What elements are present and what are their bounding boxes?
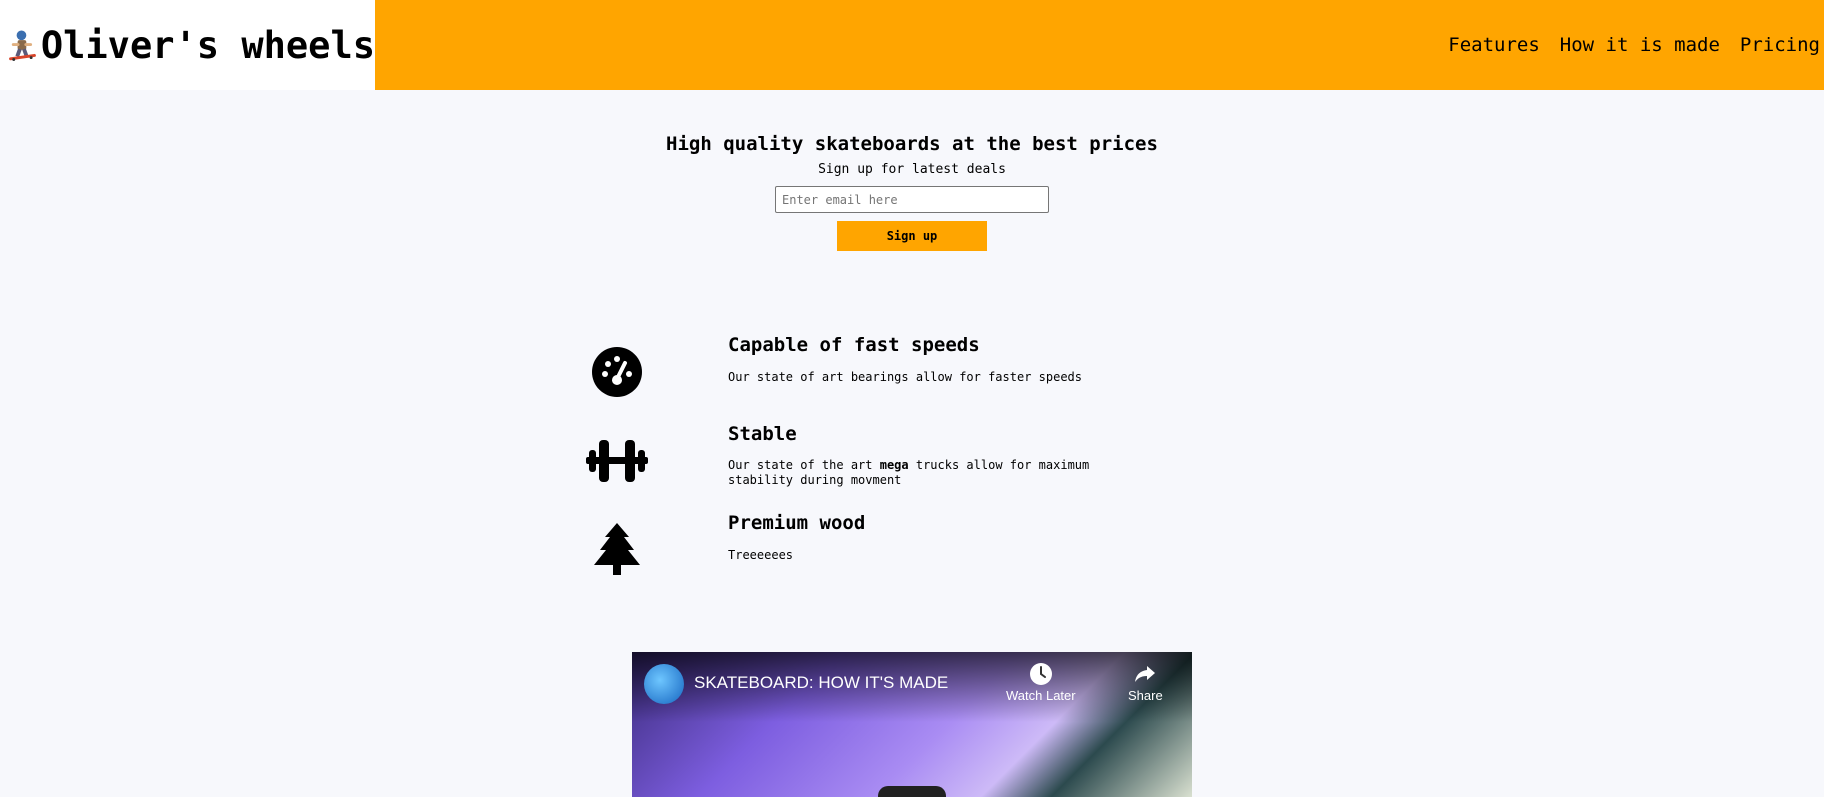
tree-icon <box>594 523 640 575</box>
skateboarder-icon <box>9 30 36 61</box>
video-title[interactable]: SKATEBOARD: HOW IT'S MADE <box>694 673 948 693</box>
feature-title: Capable of fast speeds <box>728 334 980 356</box>
feature-description: Our state of art bearings allow for fast… <box>728 370 1083 384</box>
feature-title: Premium wood <box>728 512 866 534</box>
nav-link-features[interactable]: Features <box>1448 34 1540 56</box>
share-icon <box>1135 666 1156 682</box>
hero-subheading: Sign up for latest deals <box>818 162 1006 177</box>
main-nav: Features How it is made Pricing <box>1428 0 1820 90</box>
play-button[interactable] <box>878 786 946 797</box>
feature-title: Stable <box>728 423 797 445</box>
email-field[interactable] <box>775 186 1049 213</box>
hero-heading: High quality skateboards at the best pri… <box>666 133 1158 155</box>
hero-section: High quality skateboards at the best pri… <box>0 133 1824 177</box>
share-button[interactable]: Share <box>1128 662 1163 703</box>
site-header: Oliver's wheels Features How it is made … <box>0 0 1824 90</box>
share-label: Share <box>1128 688 1163 703</box>
nav-link-pricing[interactable]: Pricing <box>1740 34 1820 56</box>
speedometer-icon <box>592 347 642 397</box>
site-title: Oliver's wheels <box>40 23 375 67</box>
watch-later-label: Watch Later <box>1006 688 1076 703</box>
nav-link-how-it-is-made[interactable]: How it is made <box>1560 34 1720 56</box>
dumbbell-icon <box>586 440 648 482</box>
signup-button[interactable]: Sign up <box>837 221 987 251</box>
channel-avatar[interactable] <box>644 664 684 704</box>
brand: Oliver's wheels <box>0 0 375 90</box>
feature-description: Treeeeees <box>728 548 794 562</box>
clock-icon <box>1029 663 1052 685</box>
feature-description: Our state of the art mega trucks allow f… <box>728 458 1090 487</box>
video-player[interactable]: SKATEBOARD: HOW IT'S MADE Watch Later Sh… <box>632 652 1192 797</box>
watch-later-button[interactable]: Watch Later <box>1006 662 1076 703</box>
